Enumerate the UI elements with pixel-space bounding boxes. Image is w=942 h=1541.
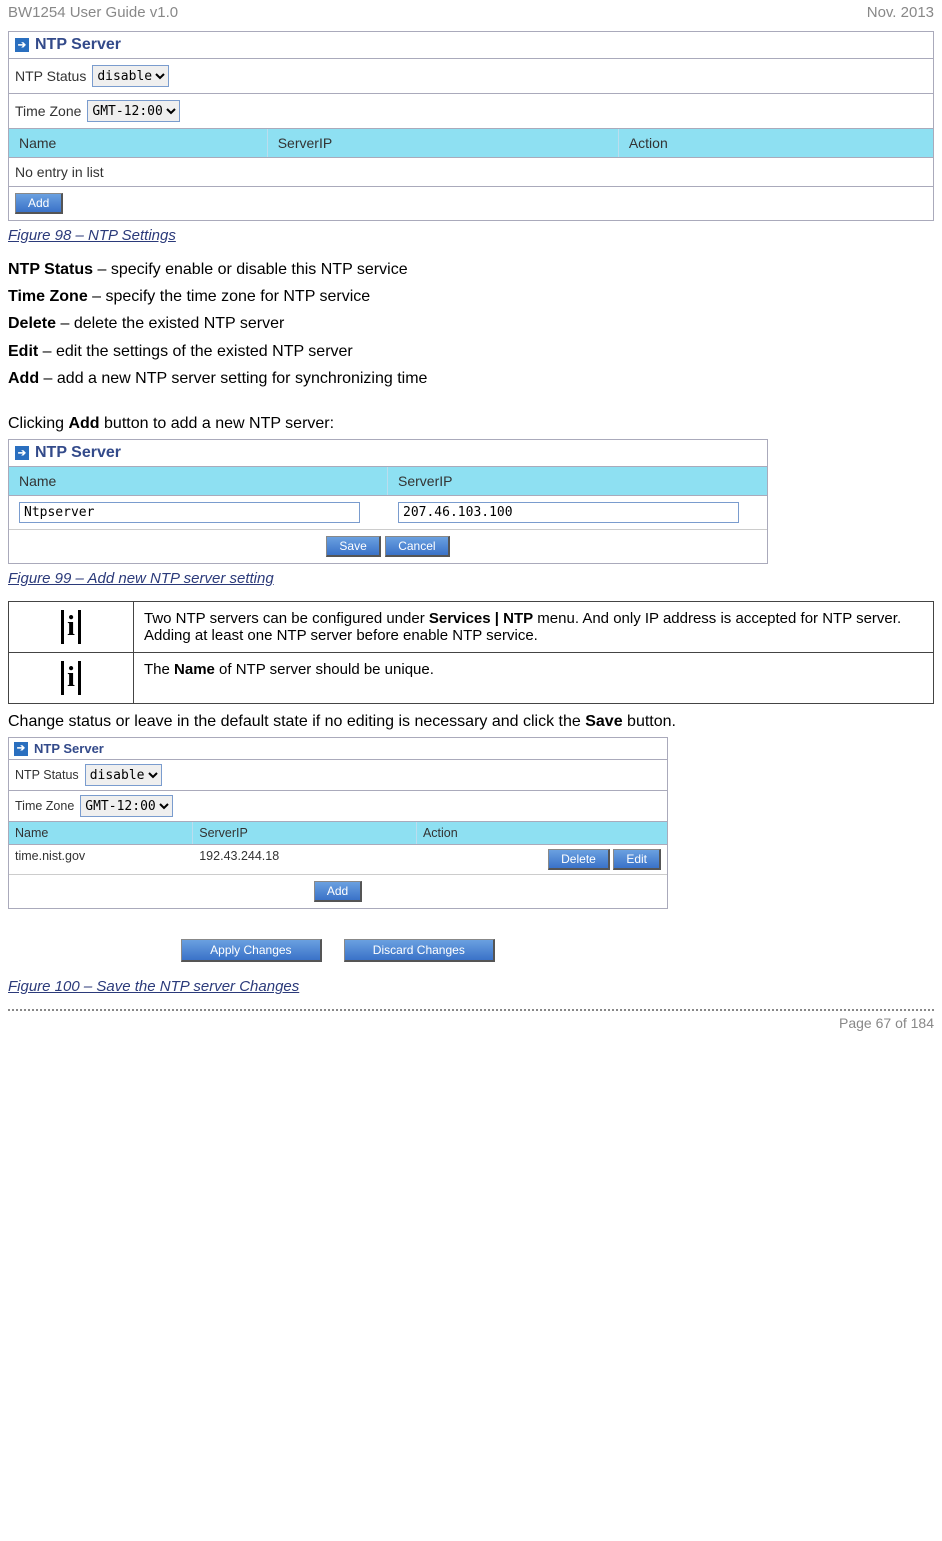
- arrow-right-icon: ➔: [15, 38, 29, 52]
- discard-changes-button[interactable]: Discard Changes: [344, 939, 495, 962]
- ntp-panel-1: ➔ NTP Server NTP Status disable Time Zon…: [8, 31, 934, 221]
- desc-edit: Edit – edit the settings of the existed …: [8, 340, 934, 363]
- cell-action: Delete Edit: [417, 845, 667, 874]
- ntp-status-select[interactable]: disable: [85, 764, 162, 786]
- desc-add: Add – add a new NTP server setting for s…: [8, 367, 934, 390]
- panel-title: ➔ NTP Server: [9, 32, 933, 59]
- desc-ntp-status: NTP Status – specify enable or disable t…: [8, 258, 934, 281]
- table-header: Name ServerIP: [9, 467, 767, 496]
- timezone-label: Time Zone: [15, 799, 74, 813]
- panel-title-text: NTP Server: [34, 741, 104, 756]
- desc-timezone: Time Zone – specify the time zone for NT…: [8, 285, 934, 308]
- col-action: Action: [619, 129, 933, 157]
- apply-changes-button[interactable]: Apply Changes: [181, 939, 321, 962]
- figure-98-caption: Figure 98 – NTP Settings: [8, 227, 934, 244]
- timezone-label: Time Zone: [15, 103, 81, 119]
- arrow-right-icon: ➔: [14, 742, 28, 756]
- timezone-select[interactable]: GMT-12:00: [80, 795, 173, 817]
- panel-title-text: NTP Server: [35, 36, 121, 54]
- col-name: Name: [9, 467, 388, 495]
- panel-title: ➔ NTP Server: [9, 738, 667, 760]
- cell-ip: 192.43.244.18: [193, 845, 417, 874]
- col-action: Action: [417, 822, 667, 844]
- panel-title-text: NTP Server: [35, 444, 121, 462]
- input-row: [9, 496, 767, 530]
- info-icon: i: [61, 610, 81, 644]
- info-table: i Two NTP servers can be configured unde…: [8, 601, 934, 704]
- doc-title: BW1254 User Guide v1.0: [8, 4, 178, 21]
- table-row: time.nist.gov 192.43.244.18 Delete Edit: [9, 845, 667, 875]
- cancel-button[interactable]: Cancel: [385, 536, 449, 557]
- panel-title: ➔ NTP Server: [9, 440, 767, 467]
- page-header: BW1254 User Guide v1.0 Nov. 2013: [8, 0, 934, 31]
- delete-button[interactable]: Delete: [548, 849, 610, 870]
- info-text-2: The Name of NTP server should be unique.: [134, 653, 934, 704]
- table-header: Name ServerIP Action: [9, 822, 667, 845]
- timezone-row: Time Zone GMT-12:00: [9, 791, 667, 822]
- cell-name: time.nist.gov: [9, 845, 193, 874]
- ntp-panel-3: ➔ NTP Server NTP Status disable Time Zon…: [8, 737, 668, 909]
- ntp-status-row: NTP Status disable: [9, 59, 933, 94]
- desc-delete: Delete – delete the existed NTP server: [8, 312, 934, 335]
- edit-button[interactable]: Edit: [613, 849, 661, 870]
- figure-100-caption: Figure 100 – Save the NTP server Changes: [8, 978, 934, 995]
- timezone-row: Time Zone GMT-12:00: [9, 94, 933, 129]
- add-button[interactable]: Add: [15, 193, 63, 214]
- ntp-status-label: NTP Status: [15, 68, 86, 84]
- empty-row: No entry in list: [9, 158, 933, 187]
- col-name: Name: [9, 822, 193, 844]
- button-row: Save Cancel: [9, 530, 767, 563]
- page-footer: Page 67 of 184: [8, 1009, 934, 1035]
- info-icon-cell: i: [9, 602, 134, 653]
- arrow-right-icon: ➔: [15, 446, 29, 460]
- save-button[interactable]: Save: [326, 536, 380, 557]
- ntp-status-row: NTP Status disable: [9, 760, 667, 791]
- col-serverip: ServerIP: [193, 822, 417, 844]
- serverip-input[interactable]: [398, 502, 739, 523]
- info-text-1: Two NTP servers can be configured under …: [134, 602, 934, 653]
- ntp-status-label: NTP Status: [15, 768, 79, 782]
- add-row: Add: [9, 187, 933, 220]
- info-icon: i: [61, 661, 81, 695]
- click-add-text: Clicking Add button to add a new NTP ser…: [8, 412, 934, 435]
- info-icon-cell: i: [9, 653, 134, 704]
- col-serverip: ServerIP: [388, 467, 767, 495]
- col-name: Name: [9, 129, 268, 157]
- table-header: Name ServerIP Action: [9, 129, 933, 158]
- add-button[interactable]: Add: [314, 881, 362, 902]
- ntp-panel-2: ➔ NTP Server Name ServerIP Save Cancel: [8, 439, 768, 564]
- add-row: Add: [9, 875, 667, 908]
- no-entry-text: No entry in list: [15, 164, 104, 180]
- doc-date: Nov. 2013: [867, 4, 934, 21]
- apply-discard-row: Apply Changes Discard Changes: [8, 933, 668, 968]
- figure-99-caption: Figure 99 – Add new NTP server setting: [8, 570, 934, 587]
- col-serverip: ServerIP: [268, 129, 619, 157]
- timezone-select[interactable]: GMT-12:00: [87, 100, 180, 122]
- ntp-status-select[interactable]: disable: [92, 65, 169, 87]
- change-status-text: Change status or leave in the default st…: [8, 710, 934, 733]
- name-input[interactable]: [19, 502, 360, 523]
